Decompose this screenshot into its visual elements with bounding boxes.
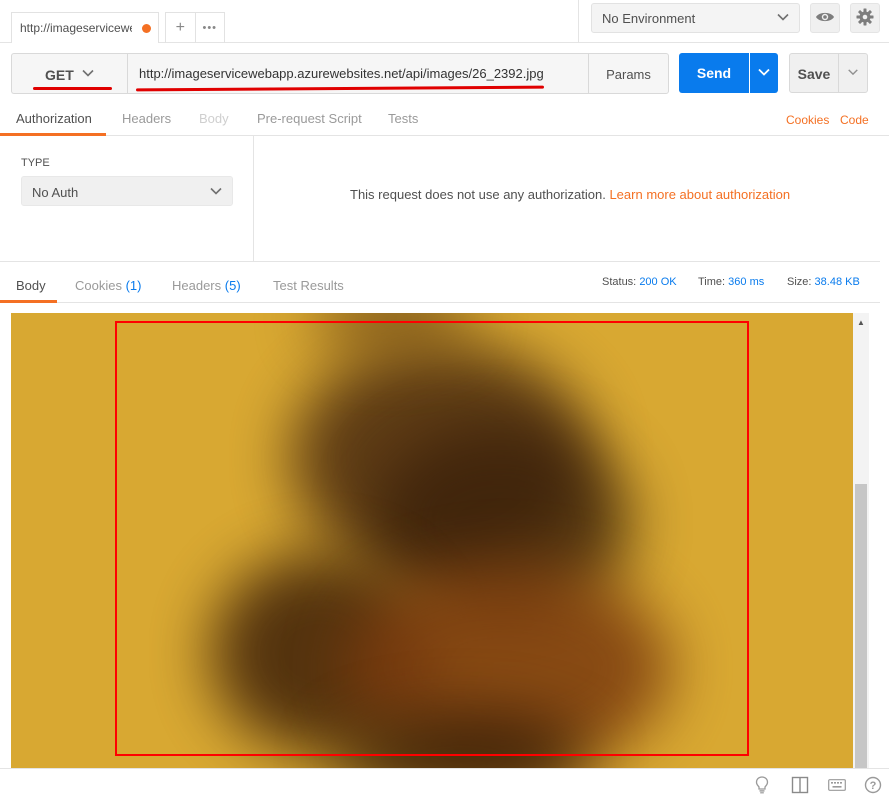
chevron-down-icon: [776, 10, 790, 27]
status-label: Status:: [602, 276, 637, 288]
unsaved-dot-icon: [142, 24, 151, 33]
chevron-down-icon: [209, 184, 223, 201]
chevron-down-icon: [847, 66, 859, 81]
tab-body[interactable]: Body: [199, 111, 229, 126]
tab-response-body[interactable]: Body: [16, 278, 46, 293]
environment-quick-look-button[interactable]: [810, 3, 840, 33]
environment-select[interactable]: No Environment: [591, 3, 800, 33]
code-link[interactable]: Code: [840, 113, 869, 127]
two-pane-icon[interactable]: [790, 775, 810, 795]
method-annotation-underline: [33, 87, 112, 90]
request-tab-title: http://imageservicewe: [20, 21, 132, 35]
time-value: 360 ms: [728, 276, 765, 288]
status-value: 200 OK: [639, 276, 677, 288]
size-label: Size:: [787, 276, 812, 288]
keyboard-icon[interactable]: [827, 775, 847, 795]
time-label: Time:: [698, 276, 726, 288]
cookies-link[interactable]: Cookies: [786, 113, 829, 127]
new-tab-button[interactable]: +: [166, 13, 196, 43]
tab-headers[interactable]: Headers: [122, 111, 171, 126]
eye-icon: [815, 10, 835, 27]
tab-authorization[interactable]: Authorization: [16, 111, 92, 126]
size-info: Size: 38.48 KB: [787, 276, 860, 288]
response-tabs: Body Cookies (1) Headers (5) Test Result…: [0, 262, 880, 303]
status-info: Status: 200 OK: [602, 276, 677, 288]
divider: [578, 0, 579, 43]
tab-response-cookies-label: Cookies: [75, 278, 122, 293]
tab-actions: + •••: [165, 12, 225, 43]
chevron-down-icon: [81, 66, 95, 83]
gear-icon: [856, 8, 874, 29]
lightbulb-icon[interactable]: [752, 775, 772, 795]
auth-type-select[interactable]: No Auth: [21, 176, 233, 206]
auth-message: This request does not use any authorizat…: [350, 187, 790, 202]
status-bar: ?: [0, 768, 889, 800]
tab-response-headers[interactable]: Headers (5): [172, 278, 241, 293]
authorization-panel: TYPE No Auth This request does not use a…: [0, 136, 880, 262]
size-value: 38.48 KB: [814, 276, 860, 288]
auth-message-text: This request does not use any authorizat…: [350, 187, 606, 202]
time-info: Time: 360 ms: [698, 276, 764, 288]
environment-select-value: No Environment: [602, 11, 696, 26]
manage-environments-button[interactable]: [850, 3, 880, 33]
tab-prerequest-script[interactable]: Pre-request Script: [257, 111, 362, 126]
image-highlight-box: [115, 321, 749, 756]
params-button[interactable]: Params: [588, 53, 669, 94]
send-button[interactable]: Send: [679, 53, 749, 93]
auth-type-value: No Auth: [32, 185, 79, 200]
url-input-value: http://imageservicewebapp.azurewebsites.…: [139, 66, 544, 81]
auth-type-section: TYPE No Auth: [0, 136, 254, 262]
svg-text:?: ?: [870, 780, 877, 792]
scroll-up-arrow-icon[interactable]: ▲: [857, 318, 865, 327]
method-value: GET: [45, 67, 74, 83]
active-response-tab-indicator: [0, 300, 57, 303]
tab-tests[interactable]: Tests: [388, 111, 418, 126]
tab-response-cookies[interactable]: Cookies (1): [75, 278, 141, 293]
tab-options-button[interactable]: •••: [196, 13, 225, 43]
request-tab[interactable]: http://imageservicewe: [11, 12, 159, 43]
headers-count: (5): [224, 278, 241, 293]
tab-response-headers-label: Headers: [172, 278, 222, 293]
method-select[interactable]: GET: [11, 53, 128, 94]
chevron-down-icon: [757, 65, 771, 82]
tab-test-results[interactable]: Test Results: [273, 278, 344, 293]
save-options-button[interactable]: [838, 53, 868, 93]
learn-more-link[interactable]: Learn more about authorization: [609, 187, 790, 202]
cookies-count: (1): [125, 278, 142, 293]
url-annotation-underline: [135, 85, 545, 92]
auth-type-label: TYPE: [21, 157, 50, 169]
send-options-button[interactable]: [750, 53, 778, 93]
tab-bar: http://imageservicewe + ••• No Environme…: [0, 0, 889, 43]
request-tabs: Authorization Headers Body Pre-request S…: [0, 103, 889, 136]
response-image-preview: [11, 313, 853, 768]
save-button[interactable]: Save: [789, 53, 839, 93]
preview-scrollbar-thumb[interactable]: [855, 484, 867, 768]
help-icon[interactable]: ?: [863, 775, 883, 795]
url-input[interactable]: http://imageservicewebapp.azurewebsites.…: [127, 53, 589, 94]
